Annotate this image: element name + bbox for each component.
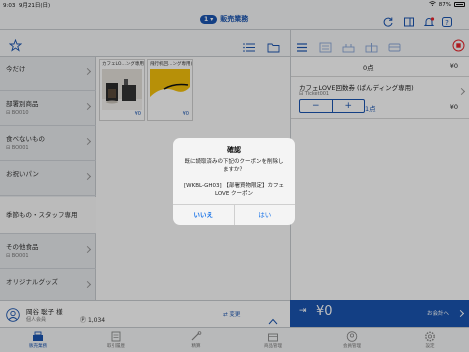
confirm-dialog: 確認 既に読取済みの下記のクーポンを削除しますか？ [WKBL-GH03] 【部… xyxy=(173,138,295,225)
dialog-coupon: [WKBL-GH03] 【部署買物限定】カフェLOVE クーポン xyxy=(184,183,284,197)
dialog-message: 既に読取済みの下記のクーポンを削除しますか？ xyxy=(184,159,284,173)
yes-button[interactable]: はい xyxy=(235,205,296,225)
dialog-buttons: いいえ はい xyxy=(173,204,295,225)
no-button[interactable]: いいえ xyxy=(173,205,235,225)
dialog-title: 確認 xyxy=(227,146,241,154)
